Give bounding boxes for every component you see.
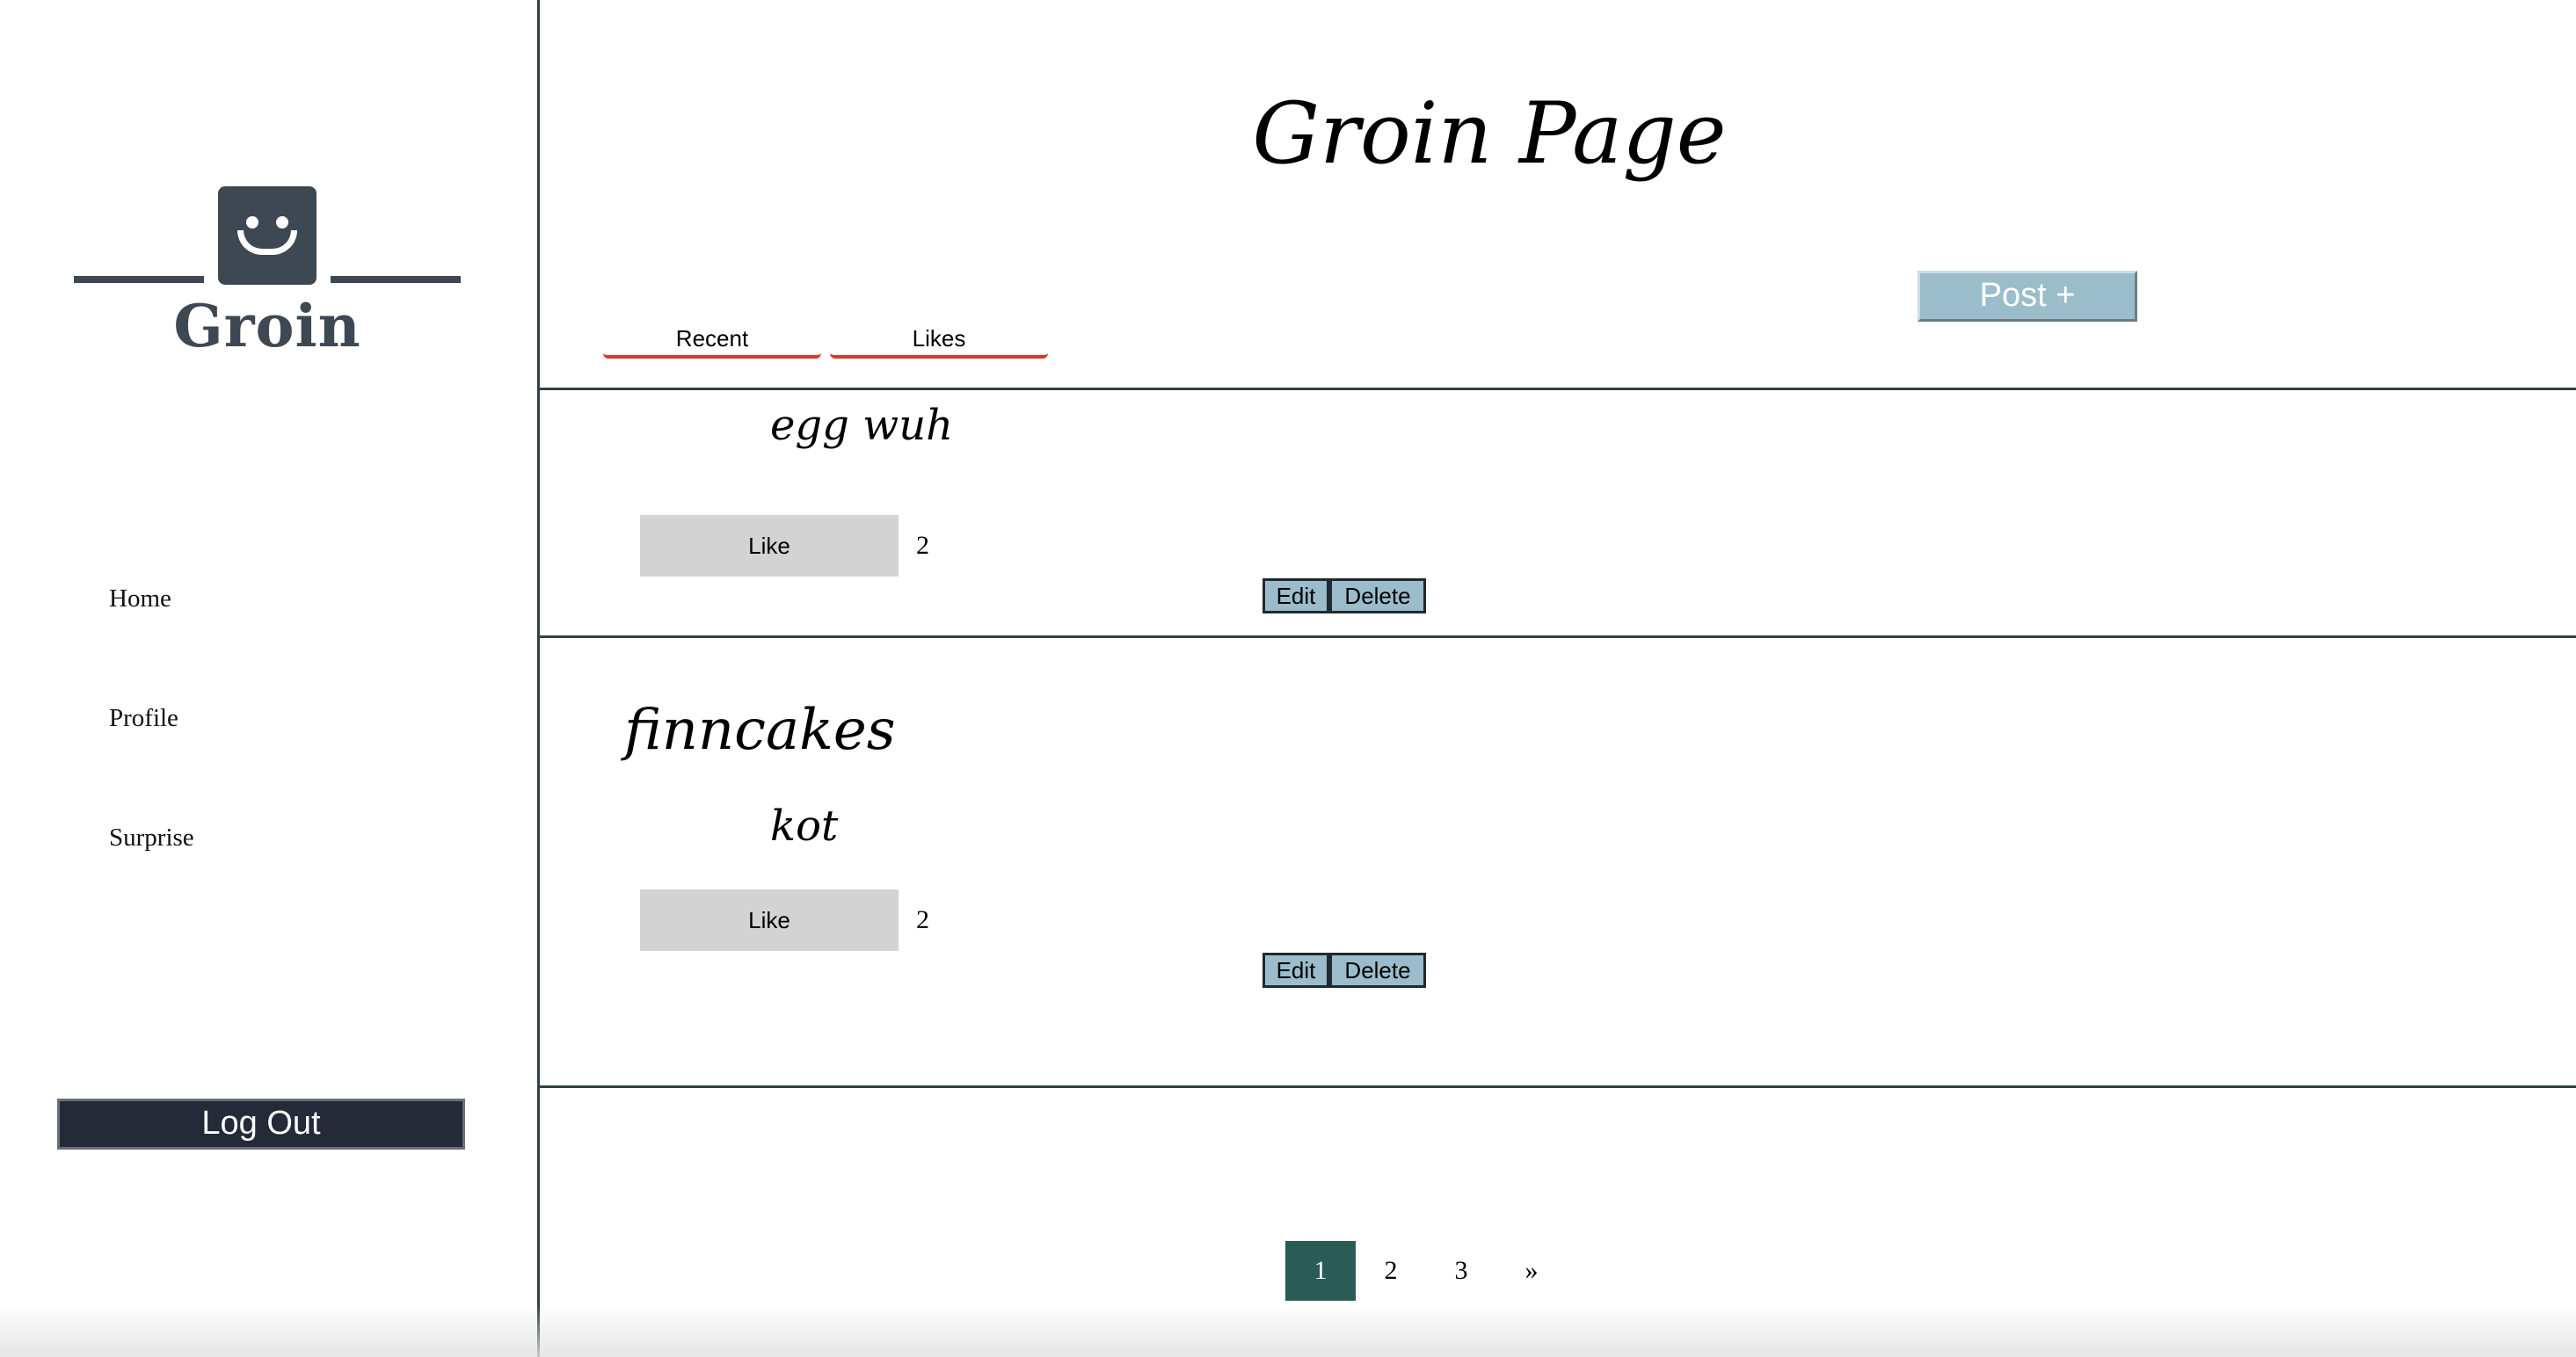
pagination: 1 2 3 »: [1285, 1241, 1567, 1301]
post-body: kot: [770, 802, 839, 851]
post-body: egg wuh: [770, 401, 954, 450]
log-out-button[interactable]: Log Out: [57, 1099, 465, 1150]
logo-text: Groin: [173, 292, 361, 360]
logo-line-right: [331, 276, 461, 283]
smiley-face-icon: [218, 186, 317, 285]
like-count: 2: [916, 531, 929, 560]
post-feed[interactable]: finncakes egg wuh Like 2 Edit Delete fin…: [540, 390, 2576, 1188]
post-author[interactable]: finncakes: [624, 698, 896, 763]
delete-button[interactable]: Delete: [1329, 578, 1426, 613]
tab-recent[interactable]: Recent: [603, 323, 821, 359]
like-button[interactable]: Like: [640, 889, 899, 951]
edit-button[interactable]: Edit: [1263, 953, 1329, 988]
page-title: Groin Page: [1252, 84, 1727, 183]
page-link-3[interactable]: 3: [1426, 1241, 1496, 1301]
groin-logo[interactable]: Groin: [74, 186, 461, 362]
sidebar: Groin Home Profile Surprise Log Out: [0, 0, 540, 1357]
sidebar-nav: Home Profile Surprise: [109, 584, 194, 943]
edit-button[interactable]: Edit: [1263, 578, 1329, 613]
logo-line-left: [74, 276, 204, 283]
page-header: Groin Page Post + Recent Likes: [540, 0, 2576, 390]
post-card: finncakes kot Like 2 Edit Delete: [540, 638, 2576, 1088]
sidebar-item-home[interactable]: Home: [109, 584, 194, 704]
post-card: finncakes egg wuh Like 2 Edit Delete: [540, 390, 2576, 638]
like-count: 2: [916, 905, 929, 934]
page-link-1[interactable]: 1: [1285, 1241, 1356, 1301]
page-link-2[interactable]: 2: [1356, 1241, 1426, 1301]
like-button[interactable]: Like: [640, 515, 899, 577]
tab-likes[interactable]: Likes: [830, 323, 1048, 359]
delete-button[interactable]: Delete: [1329, 953, 1426, 988]
post-actions: Edit Delete: [1263, 578, 1426, 613]
sidebar-item-surprise[interactable]: Surprise: [109, 824, 194, 943]
sidebar-item-profile[interactable]: Profile: [109, 704, 194, 824]
next-page-link[interactable]: »: [1496, 1241, 1567, 1301]
post-actions: Edit Delete: [1263, 953, 1426, 988]
new-post-button[interactable]: Post +: [1917, 271, 2137, 322]
